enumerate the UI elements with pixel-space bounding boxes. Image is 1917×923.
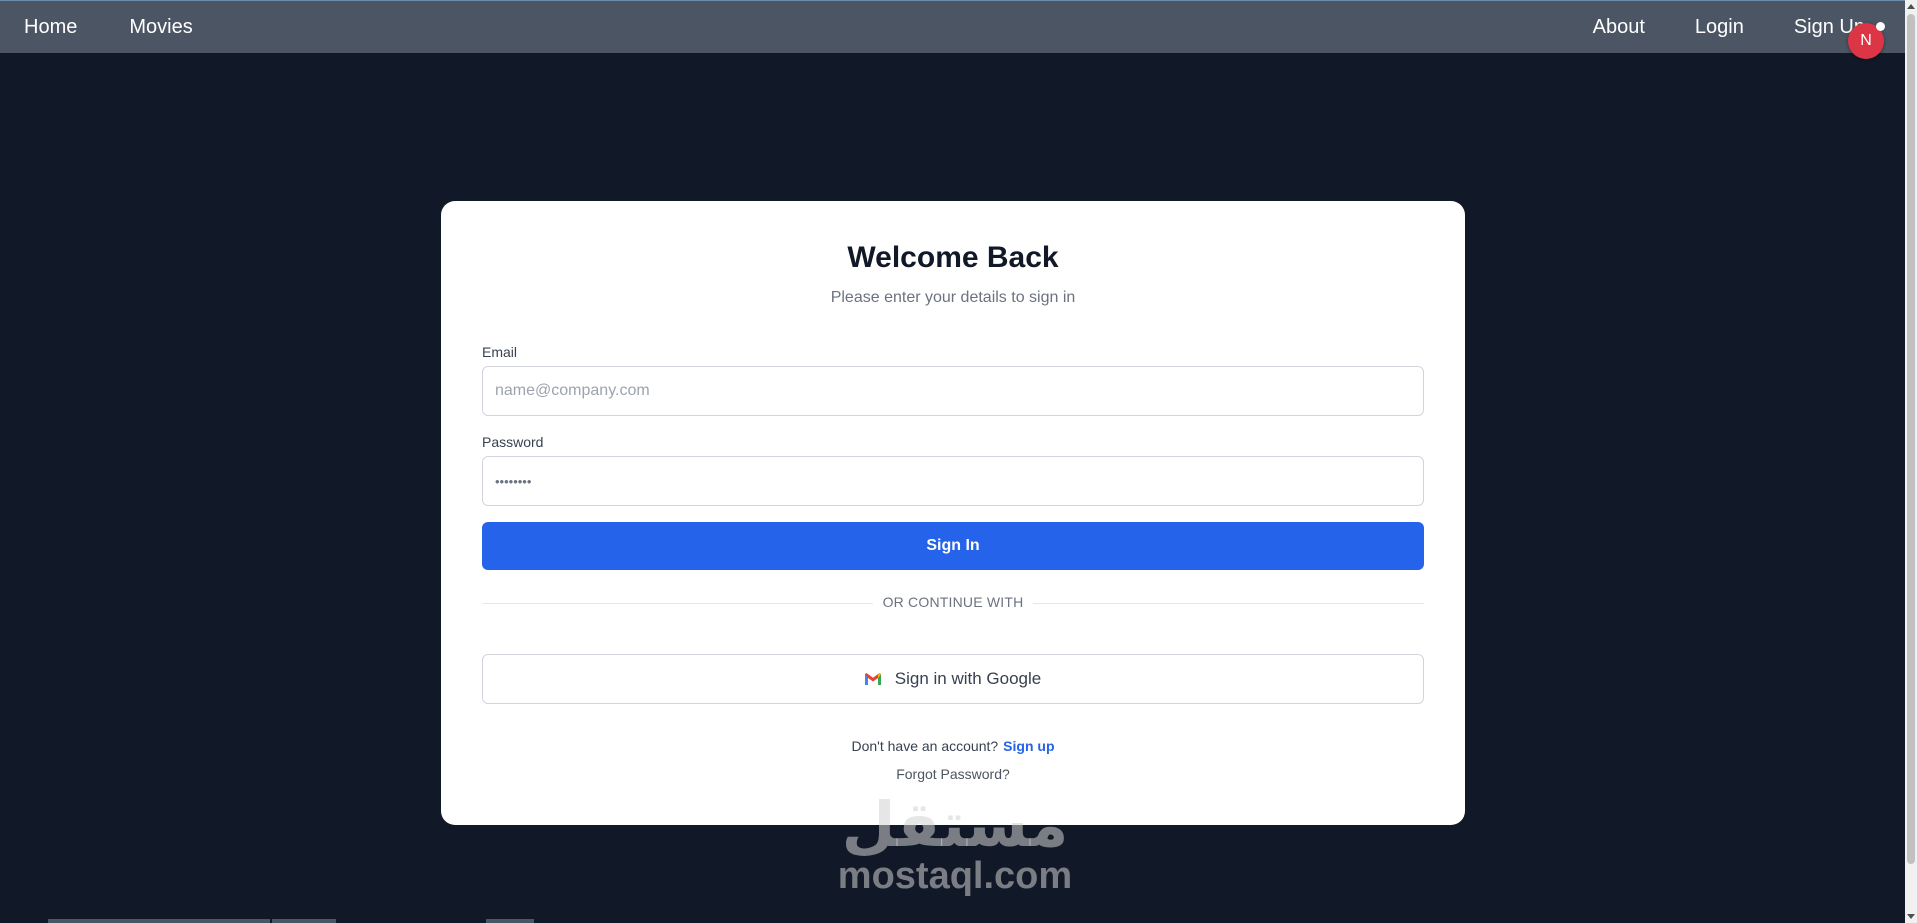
divider-text: OR CONTINUE WITH [872,594,1034,610]
signup-prompt: Don't have an account? Sign up [441,738,1465,754]
google-sign-in-button[interactable]: Sign in with Google [482,654,1424,704]
nav-link-home[interactable]: Home [24,16,77,39]
email-label: Email [482,344,518,360]
forgot-password-link[interactable]: Forgot Password? [441,766,1465,782]
no-account-text: Don't have an account? [851,738,999,754]
bottom-strip-segment [48,919,270,923]
nav-link-movies[interactable]: Movies [129,16,192,39]
page-scrollbar[interactable] [1905,0,1917,923]
top-navbar: Home Movies About Login Sign Up [0,0,1905,53]
google-button-label: Sign in with Google [894,669,1042,688]
gmail-icon [864,673,881,685]
password-field[interactable]: •••••••• [482,456,1424,506]
watermark-logo: مستقل mostaql.com [820,788,1090,897]
nav-left-group: Home Movies [0,16,193,39]
nav-right-group: About Login Sign Up [1593,16,1865,39]
divider-label: OR CONTINUE WITH [441,594,1465,612]
scroll-down-icon[interactable] [1907,914,1915,919]
watermark-arabic: مستقل [841,788,1069,861]
watermark-latin: mostaql.com [837,855,1073,897]
email-field[interactable]: name@company.com [482,366,1424,416]
page-title: Welcome Back [847,241,1059,274]
sign-in-button[interactable]: Sign In [482,522,1424,570]
password-label: Password [482,434,544,450]
nav-link-login[interactable]: Login [1695,16,1744,39]
nav-link-about[interactable]: About [1593,16,1645,39]
notification-dot-icon [1876,22,1885,31]
scroll-up-icon[interactable] [1907,4,1915,9]
page-subtitle: Please enter your details to sign in [830,289,1076,306]
signup-link[interactable]: Sign up [1003,738,1054,754]
bottom-strip-segment [486,919,534,923]
scrollbar-thumb[interactable] [1907,14,1915,864]
bottom-strip-segment [272,919,336,923]
login-card: Welcome Back Please enter your details t… [441,201,1465,825]
